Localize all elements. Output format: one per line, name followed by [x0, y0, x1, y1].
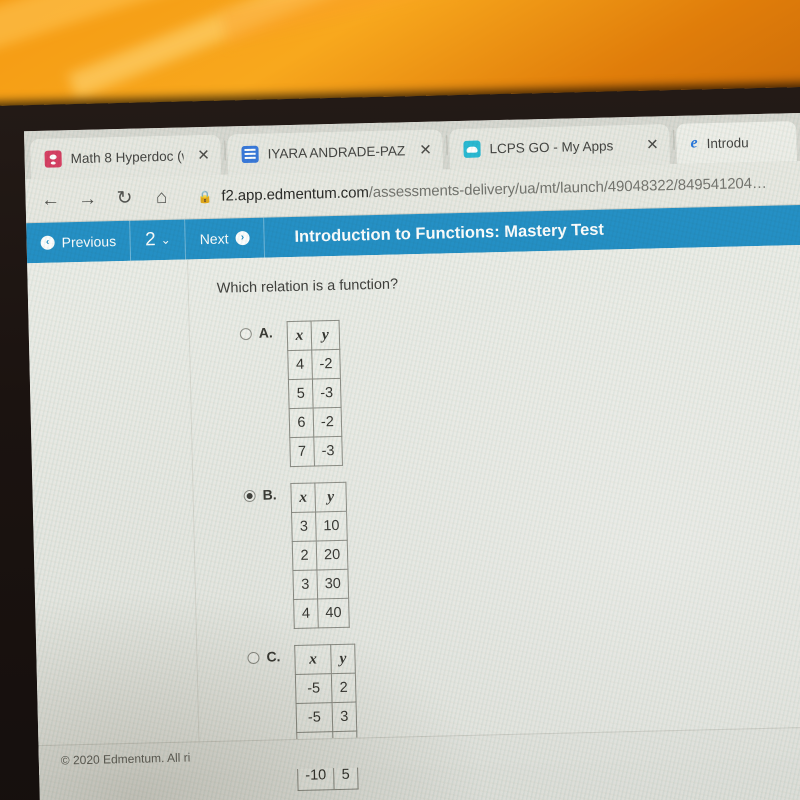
address-bar[interactable]: 🔒 f2.app.edmentum.com/assessments-delive… — [187, 167, 800, 212]
cell-y: -3 — [312, 378, 342, 409]
laptop-screen: Math 8 Hyperdoc (week of M ✕ IYARA ANDRA… — [24, 112, 800, 800]
browser-tab-1[interactable]: Math 8 Hyperdoc (week of M ✕ — [30, 134, 222, 180]
radio-button-a[interactable] — [239, 327, 252, 341]
lock-icon: 🔒 — [197, 189, 213, 204]
url-host: f2.app.edmentum.com — [221, 184, 369, 205]
tab-title: LCPS GO - My Apps — [489, 137, 614, 156]
choice-letter: C. — [266, 648, 281, 665]
table-row: 4 40 — [293, 598, 350, 629]
cell-x: 6 — [289, 408, 314, 438]
question-content: Which relation is a function? A. x y 4 -… — [188, 244, 800, 791]
edge-icon: e — [690, 134, 698, 152]
cell-x: 4 — [293, 598, 319, 629]
next-label: Next — [199, 230, 229, 248]
relation-table-c: x y -5 2 -5 3 -10 5 — [294, 644, 359, 791]
photo-of-laptop-screen: Math 8 Hyperdoc (week of M ✕ IYARA ANDRA… — [0, 0, 800, 800]
cell-y: 30 — [316, 569, 349, 599]
left-gutter — [27, 259, 201, 776]
table-row: 6 -2 — [289, 407, 342, 438]
table-row: 3 10 — [291, 511, 348, 542]
cell-y: -2 — [311, 349, 341, 380]
tab-divider — [446, 135, 448, 156]
cloud-icon — [463, 139, 481, 158]
tab-title: IYARA ANDRADE-PAZ - M8 Co — [267, 142, 406, 162]
table-row: -5 2 — [295, 673, 357, 704]
column-header-y: y — [314, 482, 347, 512]
cell-x: 7 — [289, 436, 315, 467]
browser-tab-4[interactable]: e Introdu — [676, 121, 797, 164]
question-number: 2 — [144, 229, 156, 251]
table-header-row: x y — [287, 320, 340, 351]
radio-button-c[interactable] — [247, 651, 260, 665]
chevron-down-icon: ⌄ — [160, 232, 171, 248]
cell-y: 2 — [331, 673, 357, 703]
table-row: 4 -2 — [287, 349, 341, 380]
assessment-page: Which relation is a function? A. x y 4 -… — [27, 244, 800, 791]
cell-x: 2 — [292, 540, 317, 571]
column-header-x: x — [294, 644, 332, 675]
cell-x: 3 — [291, 511, 317, 542]
tab-divider — [224, 140, 226, 161]
cell-x: 5 — [288, 379, 314, 409]
column-header-x: x — [290, 482, 316, 513]
previous-label: Previous — [61, 233, 117, 251]
laptop-bezel: Math 8 Hyperdoc (week of M ✕ IYARA ANDRA… — [0, 85, 800, 800]
cell-y: 3 — [332, 702, 357, 732]
cell-y: -3 — [313, 436, 343, 466]
cell-x: -5 — [295, 673, 333, 704]
table-row: 5 -3 — [288, 378, 342, 409]
previous-arrow-icon: ‹ — [40, 235, 55, 250]
cell-x: 4 — [287, 350, 313, 380]
cell-y: 10 — [315, 511, 348, 541]
url-path: /assessments-delivery/ua/mt/launch/49048… — [368, 174, 768, 202]
cell-y: -2 — [313, 407, 342, 437]
table-row: 3 30 — [292, 569, 349, 600]
radio-button-b[interactable] — [243, 489, 256, 503]
table-row: -5 3 — [296, 702, 357, 733]
relation-table-b: x y 3 10 2 20 3 30 4 40 — [290, 482, 350, 629]
tab-divider — [673, 129, 675, 150]
choice-letter: A. — [258, 324, 274, 341]
answer-choice-b[interactable]: B. x y 3 10 2 20 3 30 4 40 — [221, 470, 800, 630]
close-icon[interactable]: ✕ — [414, 141, 436, 160]
table-row: 2 20 — [292, 540, 349, 571]
google-docs-icon — [241, 145, 259, 163]
answer-choice-a[interactable]: A. x y 4 -2 5 -3 6 -2 7 -3 — [218, 308, 800, 468]
cell-y: 20 — [316, 540, 349, 570]
tab-title: Introdu — [706, 134, 749, 151]
table-row: 7 -3 — [289, 436, 343, 467]
tab-title: Math 8 Hyperdoc (week of M — [70, 147, 184, 166]
cell-y: 40 — [317, 598, 350, 628]
column-header-x: x — [287, 321, 312, 351]
back-icon[interactable]: ← — [33, 183, 68, 218]
previous-button[interactable]: ‹ Previous — [26, 221, 130, 263]
question-prompt: Which relation is a function? — [216, 276, 399, 297]
column-header-y: y — [330, 644, 356, 674]
browser-tab-2[interactable]: IYARA ANDRADE-PAZ - M8 Co ✕ — [227, 129, 444, 175]
choice-letter: B. — [262, 486, 277, 503]
table-header-row: x y — [290, 482, 347, 513]
reload-icon[interactable]: ↻ — [107, 181, 142, 216]
red-square-icon — [44, 149, 62, 168]
browser-tab-3[interactable]: LCPS GO - My Apps ✕ — [449, 124, 670, 170]
next-button[interactable]: Next › — [185, 218, 264, 260]
relation-table-a: x y 4 -2 5 -3 6 -2 7 -3 — [287, 320, 343, 467]
column-header-y: y — [311, 320, 340, 351]
cell-x: 3 — [292, 569, 318, 600]
question-number-dropdown[interactable]: 2 ⌄ — [131, 228, 185, 251]
table-header-row: x y — [294, 644, 356, 675]
cell-x: -5 — [296, 702, 333, 733]
forward-icon[interactable]: → — [70, 182, 105, 217]
next-arrow-icon: › — [235, 230, 250, 246]
close-icon[interactable]: ✕ — [641, 135, 663, 154]
close-icon[interactable]: ✕ — [192, 146, 214, 165]
home-icon[interactable]: ⌂ — [144, 180, 179, 215]
page-title: Introduction to Functions: Mastery Test — [294, 220, 605, 246]
light-streak — [219, 0, 481, 45]
